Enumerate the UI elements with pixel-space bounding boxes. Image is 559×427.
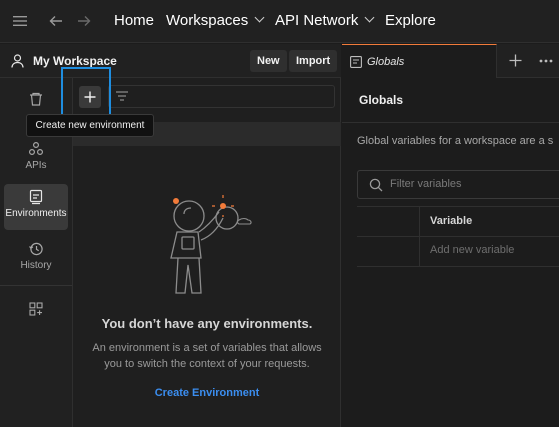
- create-environment-link[interactable]: Create Environment: [73, 387, 341, 399]
- variables-table-header: Variable: [357, 206, 559, 237]
- tab-globals-label: Globals: [367, 56, 405, 68]
- nav-workspaces[interactable]: Workspaces: [166, 12, 265, 29]
- globals-icon: [350, 56, 362, 68]
- nav-explore-label: Explore: [385, 12, 436, 29]
- forward-arrow-icon[interactable]: [74, 11, 94, 31]
- nav-api-network[interactable]: API Network: [275, 12, 375, 29]
- chevron-down-icon: [364, 12, 375, 23]
- apis-icon: [28, 141, 44, 156]
- trash-icon: [30, 92, 42, 106]
- empty-state-title: You don’t have any environments.: [101, 316, 313, 331]
- top-bar: Home Workspaces API Network Explore: [0, 0, 559, 43]
- filter-variables-placeholder: Filter variables: [390, 178, 462, 190]
- filter-variables-input[interactable]: Filter variables: [357, 170, 559, 199]
- new-button[interactable]: New: [250, 50, 287, 72]
- astronaut-illustration: [170, 195, 252, 294]
- back-arrow-icon[interactable]: [46, 11, 66, 31]
- add-variable-placeholder[interactable]: Add new variable: [430, 244, 514, 256]
- user-icon: [11, 54, 24, 68]
- rail-item-environments[interactable]: Environments: [4, 184, 68, 230]
- focus-highlight: [61, 67, 111, 118]
- rail-item-apis-label: APIs: [25, 160, 47, 171]
- rail-divider: [0, 285, 72, 286]
- nav-api-network-label: API Network: [275, 12, 359, 29]
- environments-icon: [29, 189, 43, 205]
- rail-item-apis[interactable]: APIs: [4, 136, 68, 182]
- environment-search-input[interactable]: [108, 85, 335, 108]
- nav-home[interactable]: Home: [114, 12, 154, 29]
- table-row[interactable]: Add new variable: [357, 237, 559, 267]
- globals-description: Global variables for a workspace are a s: [357, 135, 554, 147]
- tab-globals[interactable]: Globals: [342, 44, 497, 78]
- globals-header: Globals: [342, 78, 559, 123]
- rail-item-environments-label: Environments: [5, 208, 67, 219]
- workspace-header: My Workspace New Import: [0, 44, 341, 78]
- rail-item-history-label: History: [20, 260, 52, 271]
- add-workbench-icon: [29, 302, 43, 316]
- history-icon: [29, 242, 43, 256]
- filter-icon[interactable]: [115, 90, 129, 102]
- chevron-down-icon: [254, 12, 265, 23]
- menu-icon[interactable]: [10, 11, 30, 31]
- import-button[interactable]: Import: [289, 50, 338, 72]
- more-options-icon[interactable]: [539, 59, 553, 63]
- search-icon: [369, 178, 383, 192]
- tab-bar: Globals: [342, 44, 559, 78]
- column-divider: [419, 237, 420, 266]
- nav-home-label: Home: [114, 12, 155, 29]
- workspace-title: My Workspace: [33, 54, 117, 68]
- column-divider: [419, 207, 420, 236]
- nav-explore[interactable]: Explore: [385, 12, 436, 29]
- rail-item-configure[interactable]: [4, 296, 68, 342]
- create-environment-tooltip: Create new environment: [26, 114, 154, 137]
- new-tab-icon[interactable]: [509, 54, 522, 67]
- nav-workspaces-label: Workspaces: [166, 12, 249, 29]
- rail-item-history[interactable]: History: [4, 236, 68, 282]
- variable-column-header: Variable: [430, 215, 473, 227]
- globals-title: Globals: [359, 93, 404, 107]
- empty-state-description: An environment is a set of variables tha…: [92, 342, 322, 370]
